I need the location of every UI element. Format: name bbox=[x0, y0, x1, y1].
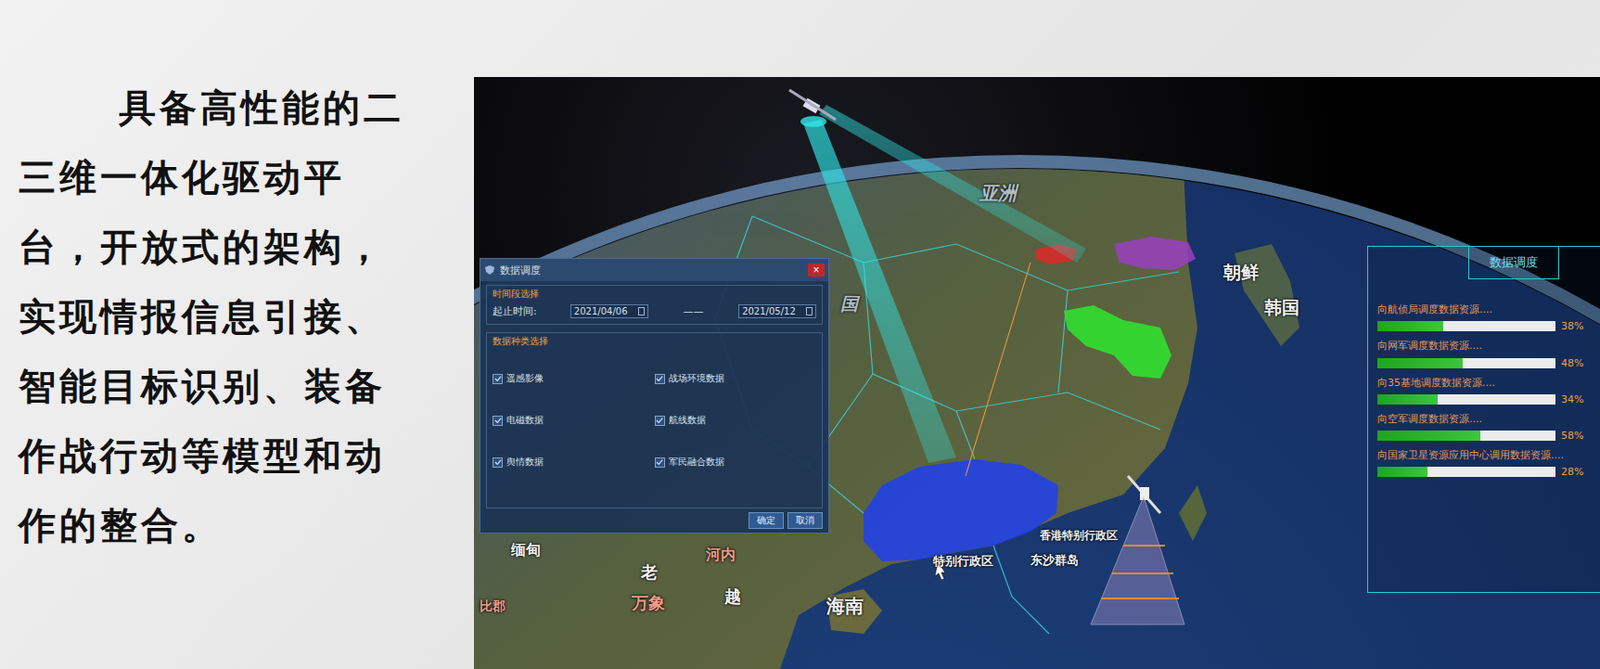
checkbox[interactable] bbox=[492, 373, 503, 384]
dialog-title-bar[interactable]: 数据调度 × bbox=[480, 258, 829, 282]
taiwan bbox=[1178, 485, 1207, 541]
end-date-field[interactable]: 2021/05/12 bbox=[738, 304, 817, 319]
progress-fill bbox=[1377, 466, 1428, 477]
map-label: 缅甸 bbox=[511, 540, 541, 561]
dialog-button[interactable]: 取消 bbox=[787, 512, 823, 529]
radar-cone-icon bbox=[1090, 496, 1185, 625]
type-section: 数据种类选择 遥感影像 战场环境数据 电磁数据 航线数据 舆情数据 军民融合数据 bbox=[486, 332, 823, 509]
highlight-region[interactable] bbox=[1113, 236, 1196, 270]
slide: 具备高性能的二三维一体化驱动平台，开放式的架构，实现情报信息引接、智能目标识别、… bbox=[0, 0, 1600, 669]
slide-text: 具备高性能的二三维一体化驱动平台，开放式的架构，实现情报信息引接、智能目标识别、… bbox=[18, 72, 413, 560]
map-label: 比郡 bbox=[479, 598, 506, 615]
map-label: 韩国 bbox=[1264, 295, 1300, 320]
progress-bar bbox=[1377, 394, 1556, 405]
checkbox[interactable] bbox=[492, 457, 503, 468]
map-label: 老 bbox=[640, 561, 658, 584]
satellite-beam bbox=[819, 104, 1087, 263]
checkbox[interactable] bbox=[492, 415, 503, 426]
data-type-checkbox[interactable]: 遥感影像 bbox=[492, 371, 655, 385]
progress-reading: 58% bbox=[1561, 429, 1584, 442]
slide-text-column: 具备高性能的二三维一体化驱动平台，开放式的架构，实现情报信息引接、智能目标识别、… bbox=[0, 0, 474, 669]
progress-bar bbox=[1377, 430, 1556, 441]
map-label: 国 bbox=[840, 292, 858, 317]
map-label: 香港特别行政区 bbox=[1039, 527, 1118, 544]
hainan bbox=[826, 588, 883, 634]
mainland bbox=[473, 76, 1198, 669]
time-section: 时间段选择 起止时间: 2021/04/06 —— 2021/05/12 bbox=[486, 284, 823, 325]
progress-row: 向国家卫星资源应用中心调用数据资源.... 28% bbox=[1377, 448, 1595, 478]
progress-row: 向空军调度数据资源.... 58% bbox=[1377, 412, 1595, 442]
checkbox[interactable] bbox=[654, 373, 666, 384]
checkbox[interactable] bbox=[654, 415, 666, 426]
progress-row: 向35基地调度数据资源.... 34% bbox=[1377, 376, 1595, 406]
data-type-checkbox[interactable]: 航线数据 bbox=[654, 413, 818, 427]
progress-label: 向国家卫星资源应用中心调用数据资源.... bbox=[1377, 448, 1595, 462]
progress-fill bbox=[1377, 320, 1444, 332]
progress-reading: 38% bbox=[1561, 320, 1584, 333]
shield-icon bbox=[484, 264, 496, 276]
progress-fill bbox=[1377, 430, 1481, 441]
dropdown-icon[interactable] bbox=[806, 307, 813, 316]
section-legend: 时间段选择 bbox=[492, 287, 817, 301]
map-label: 亚洲 bbox=[979, 180, 1017, 206]
highlight-region[interactable] bbox=[1063, 305, 1172, 379]
progress-label: 向35基地调度数据资源.... bbox=[1377, 376, 1595, 390]
globe-screenshot: 亚洲朝鲜韩国 国缅甸老万象 越 河内海南 特别行政区 香港特别行政区东沙群岛比郡 数据调度… bbox=[473, 76, 1600, 669]
highlight-region[interactable] bbox=[863, 459, 1059, 562]
check-icon bbox=[655, 416, 664, 424]
date-separator: —— bbox=[655, 305, 731, 318]
section-legend: 数据种类选择 bbox=[492, 334, 817, 348]
progress-row: 向网军调度数据资源.... 48% bbox=[1377, 339, 1595, 369]
close-button[interactable]: × bbox=[807, 263, 825, 277]
data-type-checkbox[interactable]: 舆情数据 bbox=[492, 455, 655, 469]
progress-bar bbox=[1377, 466, 1556, 477]
progress-fill bbox=[1377, 358, 1463, 369]
data-type-checkbox[interactable]: 电磁数据 bbox=[492, 413, 655, 427]
map-label: 越 bbox=[724, 585, 742, 608]
map-label: 万象 bbox=[631, 591, 666, 615]
time-label: 起止时间: bbox=[492, 304, 564, 319]
data-type-checkbox[interactable]: 军民融合数据 bbox=[654, 455, 818, 469]
data-dispatch-dialog: 数据调度 × 时间段选择 起止时间: 2021/04/06 —— 2021/05… bbox=[479, 257, 830, 534]
progress-label: 向航侦局调度数据资源.... bbox=[1377, 303, 1595, 317]
dropdown-icon[interactable] bbox=[638, 307, 645, 316]
check-icon bbox=[494, 374, 502, 383]
progress-reading: 48% bbox=[1561, 357, 1584, 370]
map-label: 海南 bbox=[826, 593, 864, 619]
map-label: 河内 bbox=[705, 545, 736, 565]
dispatch-progress-panel: 数据调度 向航侦局调度数据资源.... 38% 向网军调度数据资源.... 48%… bbox=[1367, 245, 1600, 593]
progress-reading: 28% bbox=[1561, 465, 1584, 478]
check-icon bbox=[494, 458, 502, 466]
data-type-checkbox[interactable]: 战场环境数据 bbox=[654, 371, 818, 385]
progress-fill bbox=[1377, 394, 1438, 405]
satellite-icon[interactable] bbox=[789, 89, 836, 128]
progress-bar bbox=[1377, 358, 1556, 369]
progress-bar bbox=[1377, 320, 1556, 332]
progress-label: 向网军调度数据资源.... bbox=[1377, 339, 1595, 353]
panel-title: 数据调度 bbox=[1468, 246, 1560, 280]
dialog-button[interactable]: 确定 bbox=[748, 512, 784, 529]
map-label: 东沙群岛 bbox=[1030, 551, 1079, 569]
start-date-field[interactable]: 2021/04/06 bbox=[570, 304, 649, 319]
check-icon bbox=[655, 374, 664, 383]
checkbox[interactable] bbox=[654, 457, 666, 468]
progress-row: 向航侦局调度数据资源.... 38% bbox=[1377, 303, 1595, 333]
map-label: 朝鲜 bbox=[1223, 260, 1259, 285]
progress-reading: 34% bbox=[1561, 393, 1584, 406]
map-label: 特别行政区 bbox=[933, 552, 994, 570]
progress-label: 向空军调度数据资源.... bbox=[1377, 412, 1595, 426]
korea bbox=[1234, 243, 1300, 346]
check-icon bbox=[494, 416, 502, 424]
dialog-title: 数据调度 bbox=[499, 263, 804, 278]
check-icon bbox=[655, 458, 664, 466]
